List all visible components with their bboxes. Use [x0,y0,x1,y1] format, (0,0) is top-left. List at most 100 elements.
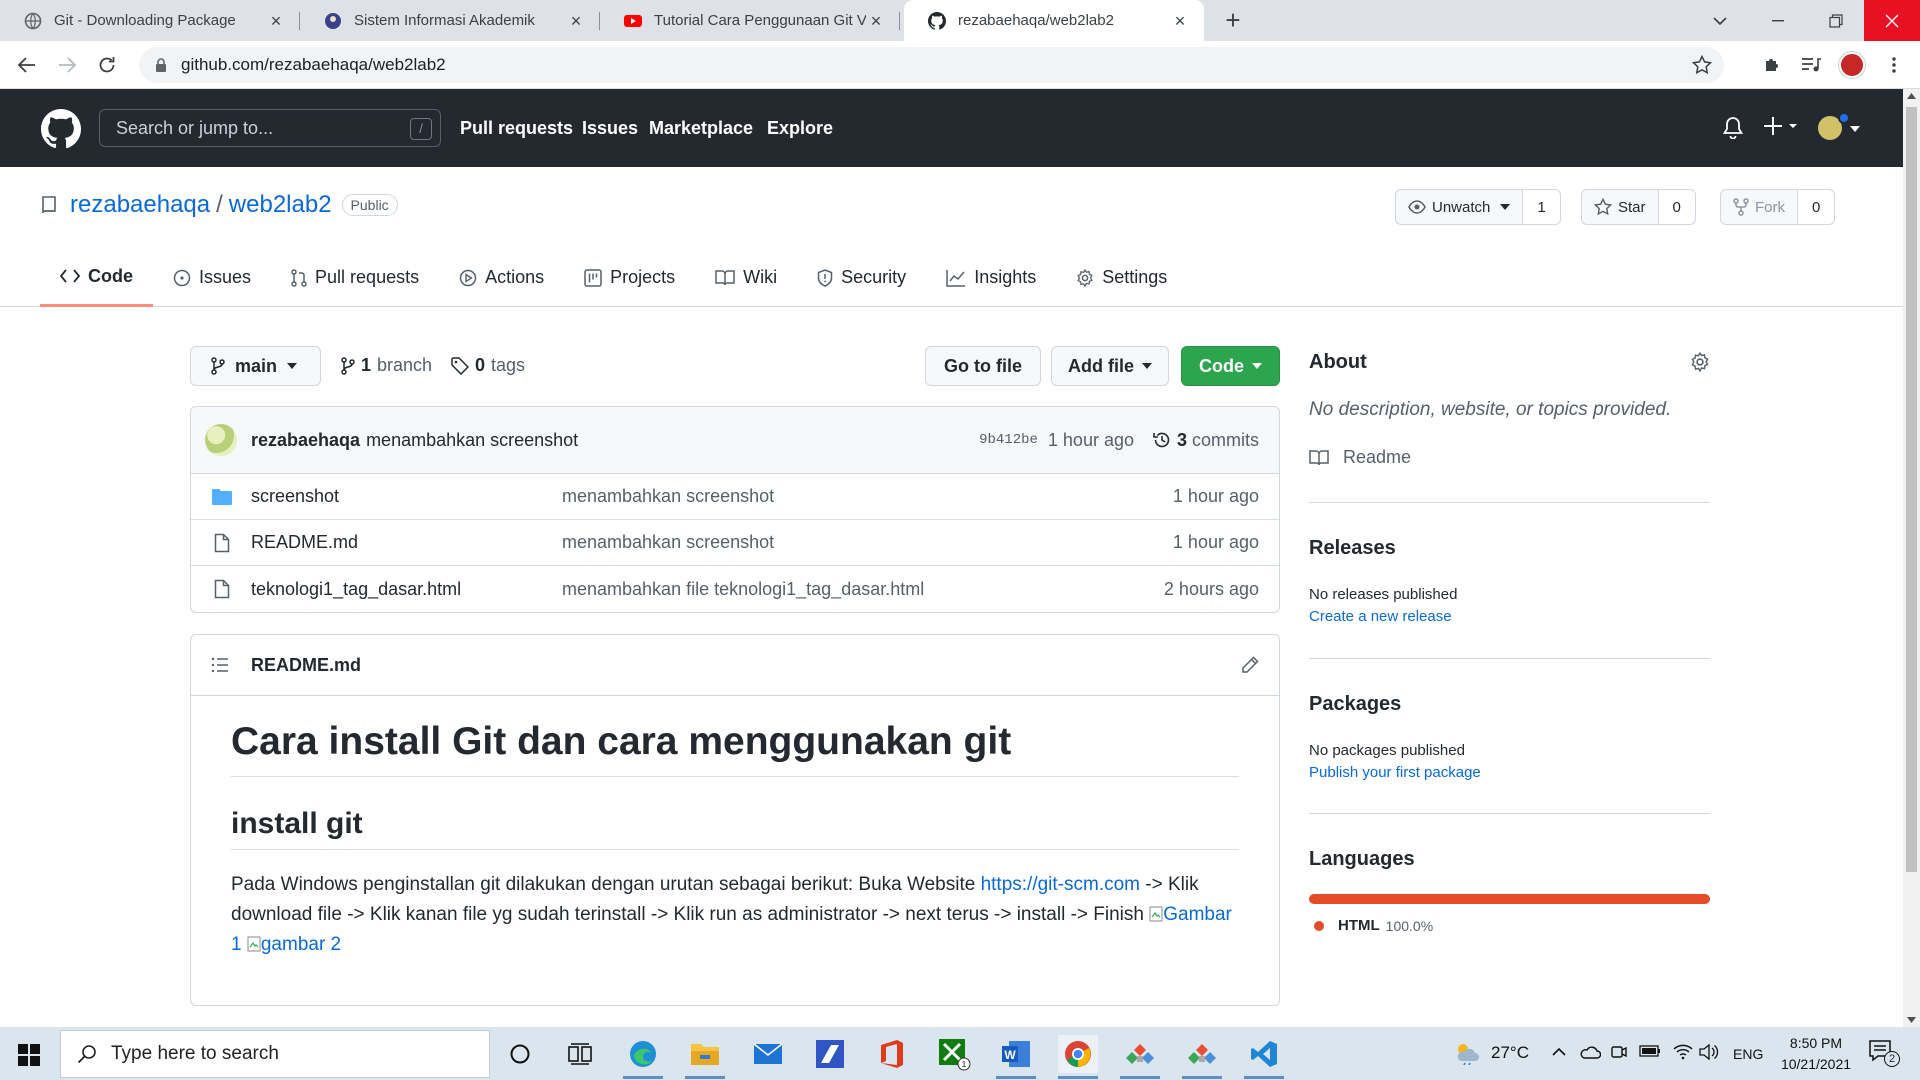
packages-title[interactable]: Packages [1309,693,1401,716]
browser-tab-siakad[interactable]: Sistem Informasi Akademik × [300,0,600,41]
tab-pull-requests[interactable]: Pull requests [271,248,439,307]
commit-message[interactable]: menambahkan screenshot [366,430,578,451]
star-count[interactable]: 0 [1657,190,1695,224]
tab-search-icon[interactable] [1690,0,1750,41]
branches-link[interactable]: 1 branch [341,355,432,376]
chrome-app-icon[interactable] [1058,1035,1098,1079]
publish-package-link[interactable]: Publish your first package [1309,764,1481,781]
tags-link[interactable]: 0 tags [451,355,525,376]
star-button[interactable]: Star 0 [1581,189,1696,225]
tab-wiki[interactable]: Wiki [695,248,797,307]
close-icon[interactable]: × [566,11,586,31]
notification-center-icon[interactable]: 2 [1868,1039,1902,1069]
browser-tab-github[interactable]: rezabaehaqa/web2lab2 × [904,0,1204,41]
cortana-icon[interactable] [500,1035,540,1073]
pencil-edit-icon[interactable] [1241,656,1259,674]
browser-menu-icon[interactable] [1880,51,1908,79]
minimize-icon[interactable] [1748,0,1808,41]
file-row[interactable]: teknologi1_tag_dasar.html menambahkan fi… [191,566,1279,612]
onedrive-cloud-icon[interactable] [1579,1045,1601,1059]
author-avatar[interactable] [205,424,237,456]
commit-author[interactable]: rezabaehaqa [251,430,360,451]
go-to-file-button[interactable]: Go to file [925,346,1041,386]
windows-start-icon[interactable] [18,1044,40,1066]
word-app-icon[interactable]: W [996,1035,1036,1079]
weather-temp[interactable]: 27°C [1491,1043,1529,1063]
file-commit-message[interactable]: menambahkan screenshot [562,532,774,553]
commits-history-link[interactable]: 3 commits [1152,430,1259,451]
github-search-input[interactable]: Search or jump to... / [99,109,441,147]
restore-icon[interactable] [1806,0,1866,41]
media-control-icon[interactable] [1797,51,1825,79]
commit-hash[interactable]: 9b412be [979,432,1038,448]
file-row[interactable]: screenshot menambahkan screenshot 1 hour… [191,474,1279,520]
forward-arrow-icon[interactable] [53,51,81,79]
nav-explore[interactable]: Explore [767,118,833,139]
tab-projects[interactable]: Projects [564,248,695,307]
powerautomate-app-icon[interactable] [810,1035,850,1073]
repo-owner-link[interactable]: rezabaehaqa [70,191,210,219]
branch-select-button[interactable]: main [190,346,321,386]
reload-icon[interactable] [93,51,121,79]
chevron-up-icon[interactable] [1552,1047,1566,1057]
notification-bell-icon[interactable] [1723,117,1743,139]
tab-security[interactable]: Security [797,248,926,307]
profile-avatar[interactable] [1838,51,1866,79]
bookmark-star-icon[interactable] [1692,55,1712,75]
readme-link[interactable]: Readme [1309,447,1411,468]
repo-name-link[interactable]: web2lab2 [229,191,332,219]
input-language[interactable]: ENG [1733,1046,1763,1062]
watch-button[interactable]: Unwatch 1 [1395,189,1561,225]
wifi-icon[interactable] [1673,1042,1693,1060]
file-explorer-icon[interactable] [685,1035,725,1079]
git-scm-link[interactable]: https://git-scm.com [981,874,1140,895]
fork-button[interactable]: Fork 0 [1720,189,1836,225]
meet-now-icon[interactable] [1610,1043,1628,1061]
page-scrollbar[interactable] [1903,89,1920,1027]
file-commit-message[interactable]: menambahkan screenshot [562,486,774,507]
tab-insights[interactable]: Insights [926,248,1056,307]
nav-marketplace[interactable]: Marketplace [649,118,753,139]
address-bar[interactable]: github.com/rezabaehaqa/web2lab2 [139,47,1724,83]
file-commit-message[interactable]: menambahkan file teknologi1_tag_dasar.ht… [562,579,924,600]
browser-tab-youtube[interactable]: Tutorial Cara Penggunaan Git Ver × [600,0,900,41]
browser-tab-git-download[interactable]: Git - Downloading Package × [0,0,300,41]
github-logo-icon[interactable] [41,109,81,149]
code-download-button[interactable]: Code [1181,346,1280,386]
nav-issues[interactable]: Issues [582,118,638,139]
readme-filename[interactable]: README.md [251,655,361,676]
broken-image-link-2[interactable]: gambar 2 [247,934,341,955]
file-name[interactable]: teknologi1_tag_dasar.html [251,579,461,600]
file-name[interactable]: README.md [251,532,358,553]
nav-pull-requests[interactable]: Pull requests [460,118,573,139]
mail-app-icon[interactable] [748,1035,788,1073]
git-bash-app-icon[interactable] [1182,1035,1222,1079]
language-item[interactable]: HTML 100.0% [1309,917,1433,934]
weather-icon[interactable] [1453,1041,1481,1065]
tab-settings[interactable]: Settings [1056,248,1187,307]
create-new-dropdown[interactable] [1763,113,1803,139]
fork-count[interactable]: 0 [1797,190,1835,224]
close-icon[interactable]: × [266,11,286,31]
new-tab-button[interactable]: + [1218,6,1248,36]
gear-icon[interactable] [1690,352,1710,372]
vscode-app-icon[interactable] [1244,1035,1284,1079]
battery-icon[interactable] [1639,1045,1661,1057]
edge-app-icon[interactable] [623,1035,663,1079]
scrollbar-thumb[interactable] [1906,107,1917,872]
office-app-icon[interactable] [872,1035,912,1073]
close-icon[interactable]: × [866,11,886,31]
watch-count[interactable]: 1 [1522,190,1560,224]
tab-actions[interactable]: Actions [439,248,564,307]
back-arrow-icon[interactable] [13,51,41,79]
list-unordered-icon[interactable] [211,657,229,673]
tab-issues[interactable]: Issues [153,248,271,307]
volume-icon[interactable] [1699,1043,1719,1061]
caret-down-icon[interactable] [1850,126,1860,132]
git-gui-app-icon[interactable] [1120,1035,1160,1079]
taskbar-search-input[interactable]: Type here to search [60,1030,490,1078]
add-file-button[interactable]: Add file [1051,346,1169,386]
clock[interactable]: 8:50 PM 10/21/2021 [1776,1033,1856,1075]
task-view-icon[interactable] [560,1035,600,1073]
scroll-up-icon[interactable] [1907,93,1916,99]
